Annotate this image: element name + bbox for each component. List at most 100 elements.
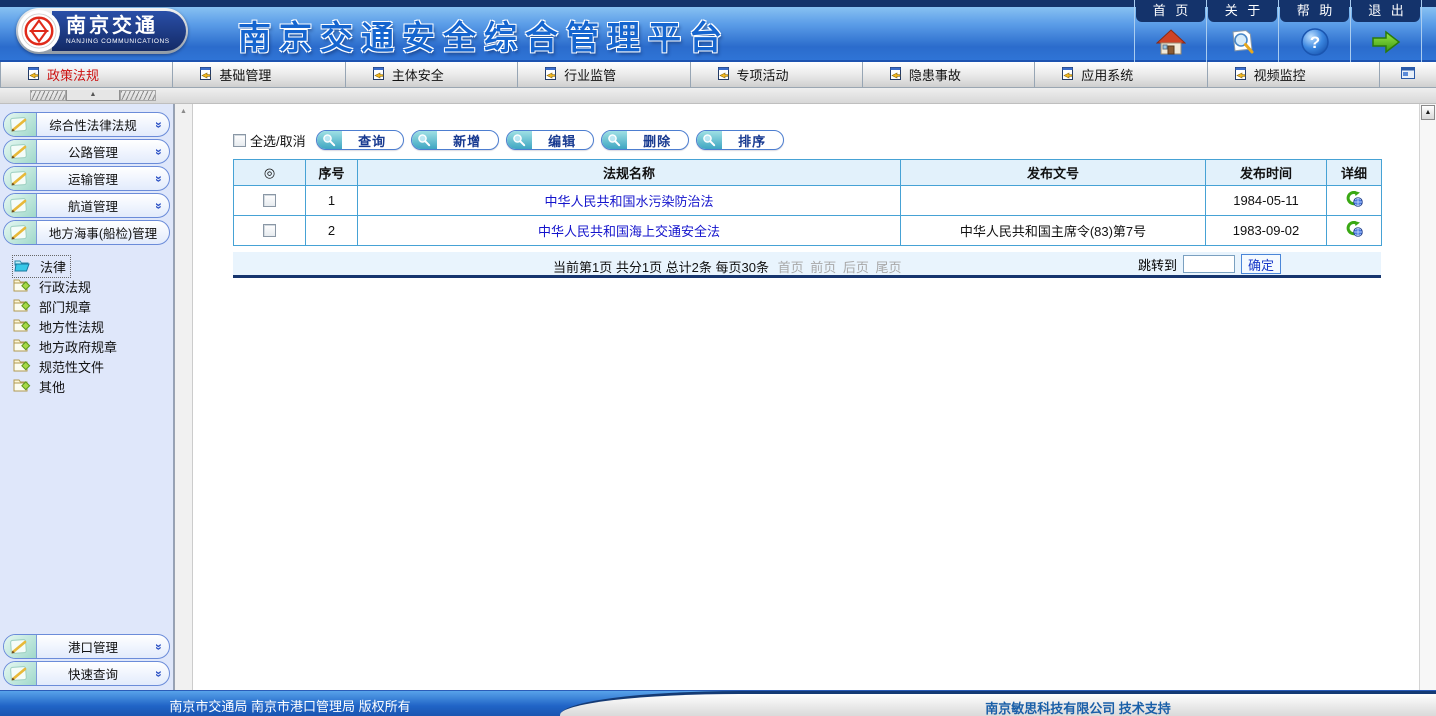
confirm-button[interactable]: 确定 (1241, 254, 1281, 274)
chevron-double-icon: » (152, 664, 166, 684)
content-scrollbar[interactable]: ▲ (174, 104, 193, 690)
add-button[interactable]: 新增 (411, 130, 499, 150)
delete-button[interactable]: 删除 (601, 130, 689, 150)
chevron-double-icon: » (152, 637, 166, 657)
tab-industry-supervision[interactable]: 行业监管 (518, 62, 690, 87)
exit-icon (1351, 22, 1421, 62)
query-button[interactable]: 查询 (316, 130, 404, 150)
regulation-link[interactable]: 中华人民共和国水污染防治法 (544, 194, 713, 209)
first-page-link[interactable]: 首页 (778, 260, 804, 275)
tab-doc-icon (199, 67, 212, 83)
col-header-name: 法规名称 (358, 160, 901, 186)
notepad-pencil-icon (4, 167, 37, 190)
tab-doc-icon (1061, 67, 1074, 83)
detail-globe-icon[interactable] (1345, 196, 1363, 211)
menu-exit-label: 退 出 (1352, 0, 1420, 22)
notepad-pencil-icon (4, 221, 37, 244)
folder-icon (13, 278, 31, 295)
submenu-label: 行政法规 (39, 277, 91, 296)
pagination-info: 当前第1页 共分1页 总计2条 每页30条 首页 前页 后页 尾页 (553, 257, 905, 276)
row-doc-no (901, 186, 1206, 216)
logo-text: 南京交通 NANJING COMMUNICATIONS (52, 11, 186, 51)
submenu-item-department-rules[interactable]: 部门规章 (13, 296, 173, 316)
submenu-item-other[interactable]: 其他 (13, 376, 173, 396)
submenu-label: 法律 (40, 257, 66, 276)
col-header-date: 发布时间 (1206, 160, 1327, 186)
sidebar-group-comprehensive-laws[interactable]: 综合性法律法规 » (3, 112, 170, 137)
main-panel: 全选/取消 查询 新增 编辑 删除 (193, 104, 1419, 690)
sort-button[interactable]: 排序 (696, 130, 784, 150)
menu-home-label: 首 页 (1136, 0, 1205, 22)
logo-en: NANJING COMMUNICATIONS (66, 37, 180, 46)
col-header-select: ◎ (234, 160, 306, 186)
submenu-label: 规范性文件 (39, 357, 104, 376)
tab-hidden-danger-accidents[interactable]: 隐患事故 (863, 62, 1035, 87)
edit-button[interactable]: 编辑 (506, 130, 594, 150)
sidebar-group-quick-query[interactable]: 快速查询 » (3, 661, 170, 686)
regulation-link[interactable]: 中华人民共和国海上交通安全法 (538, 224, 720, 239)
row-checkbox[interactable] (263, 224, 276, 237)
footer: 南京市交通局 南京市港口管理局 版权所有 南京敏思科技有限公司 技术支持 (0, 690, 1436, 716)
tab-basic-management[interactable]: 基础管理 (173, 62, 345, 87)
button-label: 排序 (722, 131, 783, 149)
sidebar-group-port-management[interactable]: 港口管理 » (3, 634, 170, 659)
tab-label: 隐患事故 (909, 65, 961, 84)
toolbar: 全选/取消 查询 新增 编辑 删除 (233, 130, 1419, 150)
notepad-pencil-icon (4, 662, 37, 685)
menu-item-home[interactable]: 首 页 (1134, 0, 1206, 62)
chevron-double-icon: » (152, 115, 166, 135)
tab-doc-icon (717, 67, 730, 83)
tab-policy-regulations[interactable]: 政策法规 (0, 62, 173, 87)
magnifier-icon (317, 131, 342, 149)
tab-application-systems[interactable]: 应用系统 (1035, 62, 1207, 87)
row-checkbox[interactable] (263, 194, 276, 207)
sidebar-group-transport-management[interactable]: 运输管理 » (3, 166, 170, 191)
sidebar-group-highway-management[interactable]: 公路管理 » (3, 139, 170, 164)
notepad-pencil-icon (4, 194, 37, 217)
submenu-label: 地方性法规 (39, 317, 104, 336)
sidebar-group-waterway-management[interactable]: 航道管理 » (3, 193, 170, 218)
detail-globe-icon[interactable] (1345, 226, 1363, 241)
menu-item-about[interactable]: 关 于 (1206, 0, 1278, 62)
window-scrollbar[interactable]: ▲ (1419, 104, 1436, 690)
group-label: 港口管理 (37, 637, 149, 656)
menu-item-exit[interactable]: 退 出 (1350, 0, 1422, 62)
jump-page-input[interactable] (1183, 255, 1235, 273)
scroll-up-icon[interactable]: ▲ (1421, 105, 1435, 120)
folder-icon (13, 318, 31, 335)
tab-label: 应用系统 (1081, 65, 1133, 84)
last-page-link[interactable]: 尾页 (876, 260, 902, 275)
sidebar-collapse-handle[interactable]: ▲ (30, 90, 156, 101)
sidebar-group-maritime-management[interactable]: 地方海事(船检)管理 (3, 220, 170, 245)
select-all-label: 全选/取消 (250, 131, 306, 150)
submenu-item-normative-documents[interactable]: 规范性文件 (13, 356, 173, 376)
submenu-item-administrative-regulations[interactable]: 行政法规 (13, 276, 173, 296)
window-layout-button[interactable] (1380, 62, 1436, 87)
scroll-up-icon[interactable]: ▲ (180, 108, 187, 115)
pagination-bar: 当前第1页 共分1页 总计2条 每页30条 首页 前页 后页 尾页 跳转到 确定 (233, 252, 1381, 278)
group-label: 快速查询 (37, 664, 149, 683)
folder-icon (13, 298, 31, 315)
magnifier-icon (697, 131, 722, 149)
submenu-item-local-regulations[interactable]: 地方性法规 (13, 316, 173, 336)
submenu-item-local-government-rules[interactable]: 地方政府规章 (13, 336, 173, 356)
row-date: 1983-09-02 (1206, 216, 1327, 246)
page-jump: 跳转到 确定 (1138, 254, 1281, 274)
window-layout-icon (1401, 66, 1415, 84)
top-menu: 首 页 关 于 帮 助 ? 退 出 (1134, 0, 1422, 62)
collapse-up-icon: ▲ (66, 90, 120, 101)
table-header-row: ◎ 序号 法规名称 发布文号 发布时间 详细 (234, 160, 1382, 186)
tab-label: 政策法规 (47, 65, 99, 84)
submenu-label: 地方政府规章 (39, 337, 117, 356)
notepad-pencil-icon (4, 140, 37, 163)
tab-video-surveillance[interactable]: 视频监控 (1208, 62, 1380, 87)
prev-page-link[interactable]: 前页 (810, 260, 836, 275)
select-all-checkbox[interactable] (233, 134, 246, 147)
tab-subject-safety[interactable]: 主体安全 (346, 62, 518, 87)
menu-item-help[interactable]: 帮 助 ? (1278, 0, 1350, 62)
table-row: 1 中华人民共和国水污染防治法 1984-05-11 (234, 186, 1382, 216)
tab-label: 主体安全 (392, 65, 444, 84)
tab-special-activities[interactable]: 专项活动 (691, 62, 863, 87)
submenu-item-law[interactable]: 法律 (13, 256, 173, 276)
next-page-link[interactable]: 后页 (843, 260, 869, 275)
